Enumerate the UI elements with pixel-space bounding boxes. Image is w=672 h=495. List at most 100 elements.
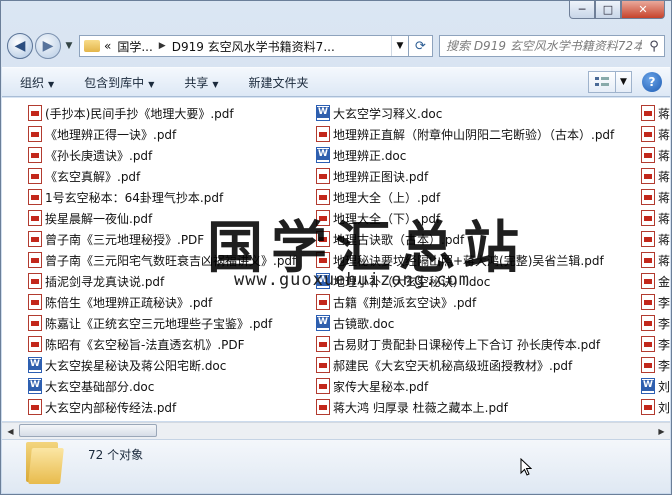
file-name: 大玄空基础部分.doc [45, 379, 155, 394]
file-name: 陈嘉让《正统玄空三元地理些子宝鉴》.pdf [45, 316, 273, 331]
file-name: 蒋大鸿 [658, 211, 670, 226]
file-item[interactable]: 蒋大鸿 [641, 145, 670, 165]
file-item[interactable]: 曾子南《三元地理秘授》.PDF [28, 229, 204, 249]
file-item[interactable]: 古籍《荆楚派玄空诀》.pdf [316, 292, 476, 312]
pdf-file-icon [28, 399, 42, 415]
file-item[interactable]: 大玄空学习释义.doc [316, 103, 442, 123]
maximize-button[interactable]: □ [595, 1, 621, 19]
file-name: 大玄空挨星秘诀及蒋公阳宅断.doc [45, 358, 227, 373]
file-name: 蒋大鸿 [658, 106, 670, 121]
file-item[interactable]: 陈嘉让《正统玄空三元地理些子宝鉴》.pdf [28, 313, 272, 333]
search-box[interactable]: ⚲ [439, 35, 665, 57]
file-item[interactable]: 蒋大鸿 [641, 208, 670, 228]
recent-pages-dropdown-icon[interactable]: ▼ [63, 41, 75, 51]
view-options-button[interactable] [588, 71, 616, 93]
refresh-button[interactable]: ⟳ [409, 35, 433, 57]
file-item[interactable]: 蒋大鸿 [641, 250, 670, 270]
pdf-file-icon [28, 252, 42, 268]
breadcrumb-item[interactable]: D919 玄空风水学书籍资料7... [172, 38, 335, 55]
horizontal-scrollbar[interactable]: ◀ ▶ [2, 422, 670, 439]
file-item[interactable]: 大玄空挨星秘诀及蒋公阳宅断.doc [28, 355, 226, 375]
help-button[interactable]: ? [642, 72, 662, 92]
pdf-file-icon [28, 294, 42, 310]
file-item[interactable]: 郝建民《大玄空天机秘高级班函授教材》.pdf [316, 355, 572, 375]
file-item[interactable]: 《玄空真解》.pdf [28, 166, 140, 186]
file-item[interactable]: 1号玄空秘本：64卦理气抄本.pdf [28, 187, 223, 207]
file-item[interactable]: 蒋大鸿 归厚录 杜薇之藏本上.pdf [316, 397, 508, 417]
new-folder-button[interactable]: 新建文件夹 [249, 74, 309, 91]
file-item[interactable]: 李明 [641, 334, 670, 354]
breadcrumb-overflow[interactable]: « [104, 39, 111, 53]
file-name: 《孙长庚遗诀》.pdf [45, 148, 153, 163]
search-icon[interactable]: ⚲ [644, 39, 664, 54]
file-item[interactable]: 李明 [641, 355, 670, 375]
file-item[interactable]: 大玄空基础部分.doc [28, 376, 154, 396]
word-doc-icon [641, 378, 655, 394]
pdf-file-icon [316, 294, 330, 310]
folder-icon [24, 438, 64, 484]
share-label: 共享 [184, 75, 209, 90]
file-item[interactable]: 李崇仰 [641, 313, 670, 333]
word-doc-icon [28, 357, 42, 373]
file-item[interactable]: 地理辨正直解（附章仲山阴阳二宅断验）（古本）.pdf [316, 124, 614, 144]
pdf-file-icon [28, 315, 42, 331]
minimize-button[interactable]: ─ [569, 1, 595, 19]
file-item[interactable]: 陈倍生《地理辨正疏秘诀》.pdf [28, 292, 212, 312]
include-in-library-menu[interactable]: 包含到库中 ▼ [84, 74, 154, 91]
file-item[interactable]: 古易财丁贵配卦日课秘传上下合订 孙长庚传本.pdf [316, 334, 600, 354]
file-name: 挨星晨解一夜仙.pdf [45, 211, 153, 226]
include-in-library-label: 包含到库中 [84, 75, 145, 90]
share-menu[interactable]: 共享 ▼ [184, 74, 218, 91]
breadcrumb-item[interactable]: 国学... [117, 38, 152, 55]
breadcrumb-separator-icon[interactable]: ▶ [159, 41, 166, 51]
file-item[interactable]: 家传大星秘本.pdf [316, 376, 428, 396]
file-item[interactable]: 李崇仰 [641, 292, 670, 312]
pdf-file-icon [28, 273, 42, 289]
file-item[interactable]: 地理辨正图诀.pdf [316, 166, 428, 186]
file-name: 古镜歌.doc [333, 316, 395, 331]
view-dropdown-button[interactable]: ▼ [616, 71, 632, 93]
file-item[interactable]: 陈昭有《玄空秘旨-法直透玄机》.PDF [28, 334, 245, 354]
file-name: 《玄空真解》.pdf [45, 169, 141, 184]
file-item[interactable]: 《孙长庚遗诀》.pdf [28, 145, 152, 165]
file-item[interactable]: 刘孝 [641, 397, 670, 417]
file-item[interactable]: 大玄空内部秘传经法.pdf [28, 397, 176, 417]
address-dropdown-icon[interactable]: ▼ [391, 36, 408, 56]
file-item[interactable]: 古镜歌.doc [316, 313, 394, 333]
pdf-file-icon [28, 168, 42, 184]
file-name: 古籍《荆楚派玄空诀》.pdf [333, 295, 477, 310]
pdf-file-icon [641, 210, 655, 226]
search-input[interactable] [440, 38, 644, 54]
file-item[interactable]: 挨星晨解一夜仙.pdf [28, 208, 152, 228]
scroll-track[interactable] [19, 423, 653, 439]
file-item[interactable]: 蒋大鸿 [641, 166, 670, 186]
pdf-file-icon [641, 168, 655, 184]
scroll-thumb[interactable] [19, 424, 157, 437]
file-item[interactable]: 蒋大鸿 [641, 124, 670, 144]
file-item[interactable]: 刘孝 [641, 376, 670, 396]
pdf-file-icon [641, 399, 655, 415]
file-name: 金锁玉 [658, 274, 670, 289]
forward-button[interactable]: ▶ [35, 33, 61, 59]
file-list[interactable]: (手抄本)民间手抄《地理大要》.pdf 《地理辨正得一诀》.pdf 《孙长庚遗诀》.… [2, 98, 670, 421]
file-item[interactable]: 《地理辨正得一诀》.pdf [28, 124, 176, 144]
file-item[interactable]: 蒋大鸿 [641, 103, 670, 123]
file-item[interactable]: 蒋大鸿 [641, 229, 670, 249]
pdf-file-icon [641, 252, 655, 268]
close-button[interactable]: ✕ [621, 1, 665, 19]
file-name: 李明 [658, 337, 670, 352]
scroll-right-icon[interactable]: ▶ [653, 423, 670, 439]
file-item[interactable]: 金锁玉 [641, 271, 670, 291]
back-button[interactable]: ◀ [7, 33, 33, 59]
file-item[interactable]: (手抄本)民间手抄《地理大要》.pdf [28, 103, 234, 123]
file-name: (手抄本)民间手抄《地理大要》.pdf [45, 106, 234, 121]
pdf-file-icon [641, 147, 655, 163]
file-item[interactable]: 蒋大鸿 [641, 187, 670, 207]
file-name: 蒋大鸿 [658, 190, 670, 205]
file-item[interactable]: 地理辨正.doc [316, 145, 406, 165]
scroll-left-icon[interactable]: ◀ [2, 423, 19, 439]
address-bar[interactable]: « 国学... ▶ D919 玄空风水学书籍资料7... ▼ [79, 35, 409, 57]
organize-menu[interactable]: 组织 ▼ [20, 74, 54, 91]
folder-icon [84, 40, 100, 52]
file-item[interactable]: 插泥剑寻龙真诀说.pdf [28, 271, 164, 291]
